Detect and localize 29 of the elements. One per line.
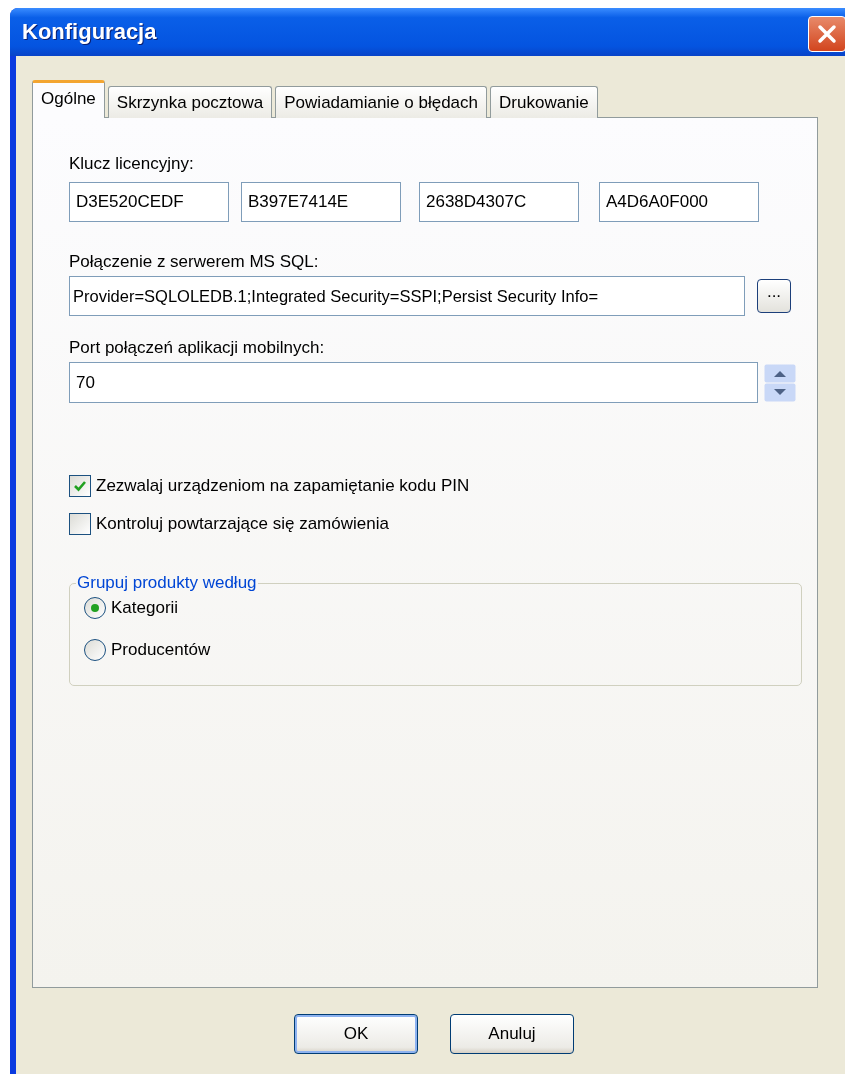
close-icon	[816, 23, 838, 45]
field-label: Połączenie z serwerem MS SQL:	[69, 252, 319, 272]
field-label: Klucz licencyjny:	[69, 154, 194, 174]
license-key-field[interactable]: D3E520CEDF	[69, 182, 229, 222]
tab[interactable]: Ogólne	[32, 80, 105, 118]
radio-label: Kategorii	[111, 598, 179, 618]
close-button[interactable]	[808, 16, 845, 52]
dialog-button[interactable]: OK	[294, 1014, 418, 1054]
license-key-field[interactable]: A4D6A0F000	[599, 182, 759, 222]
tab[interactable]: Skrzynka pocztowa	[107, 86, 273, 118]
checkbox[interactable]	[69, 513, 91, 535]
radio-button[interactable]	[84, 639, 106, 661]
port-field[interactable]: 70	[69, 362, 758, 403]
license-key-field[interactable]: B397E7414E	[241, 182, 401, 222]
window-title: Konfiguracja	[22, 19, 157, 45]
checkbox-label: Kontroluj powtarzające się zamówienia	[96, 514, 389, 534]
dialog-button[interactable]: Anuluj	[450, 1014, 574, 1054]
field-label: Port połączeń aplikacji mobilnych:	[69, 338, 325, 358]
radio-label: Producentów	[111, 640, 211, 660]
group-title: Grupuj produkty według	[76, 573, 258, 593]
browse-button[interactable]: ...	[757, 279, 791, 313]
radio-button[interactable]	[84, 597, 106, 619]
checkbox[interactable]	[69, 475, 91, 497]
checkbox-label: Zezwalaj urządzeniom na zapamiętanie kodu PIN	[96, 476, 470, 496]
connection-string-field[interactable]: Provider=SQLOLEDB.1;Integrated Security=SSPI;Persist Security Info=	[69, 276, 745, 316]
spinner-arrows-icon[interactable]	[764, 363, 796, 402]
tab[interactable]: Drukowanie	[490, 86, 598, 118]
tab[interactable]: Powiadamianie o błędach	[275, 86, 488, 118]
license-key-field[interactable]: 2638D4307C	[419, 182, 579, 222]
